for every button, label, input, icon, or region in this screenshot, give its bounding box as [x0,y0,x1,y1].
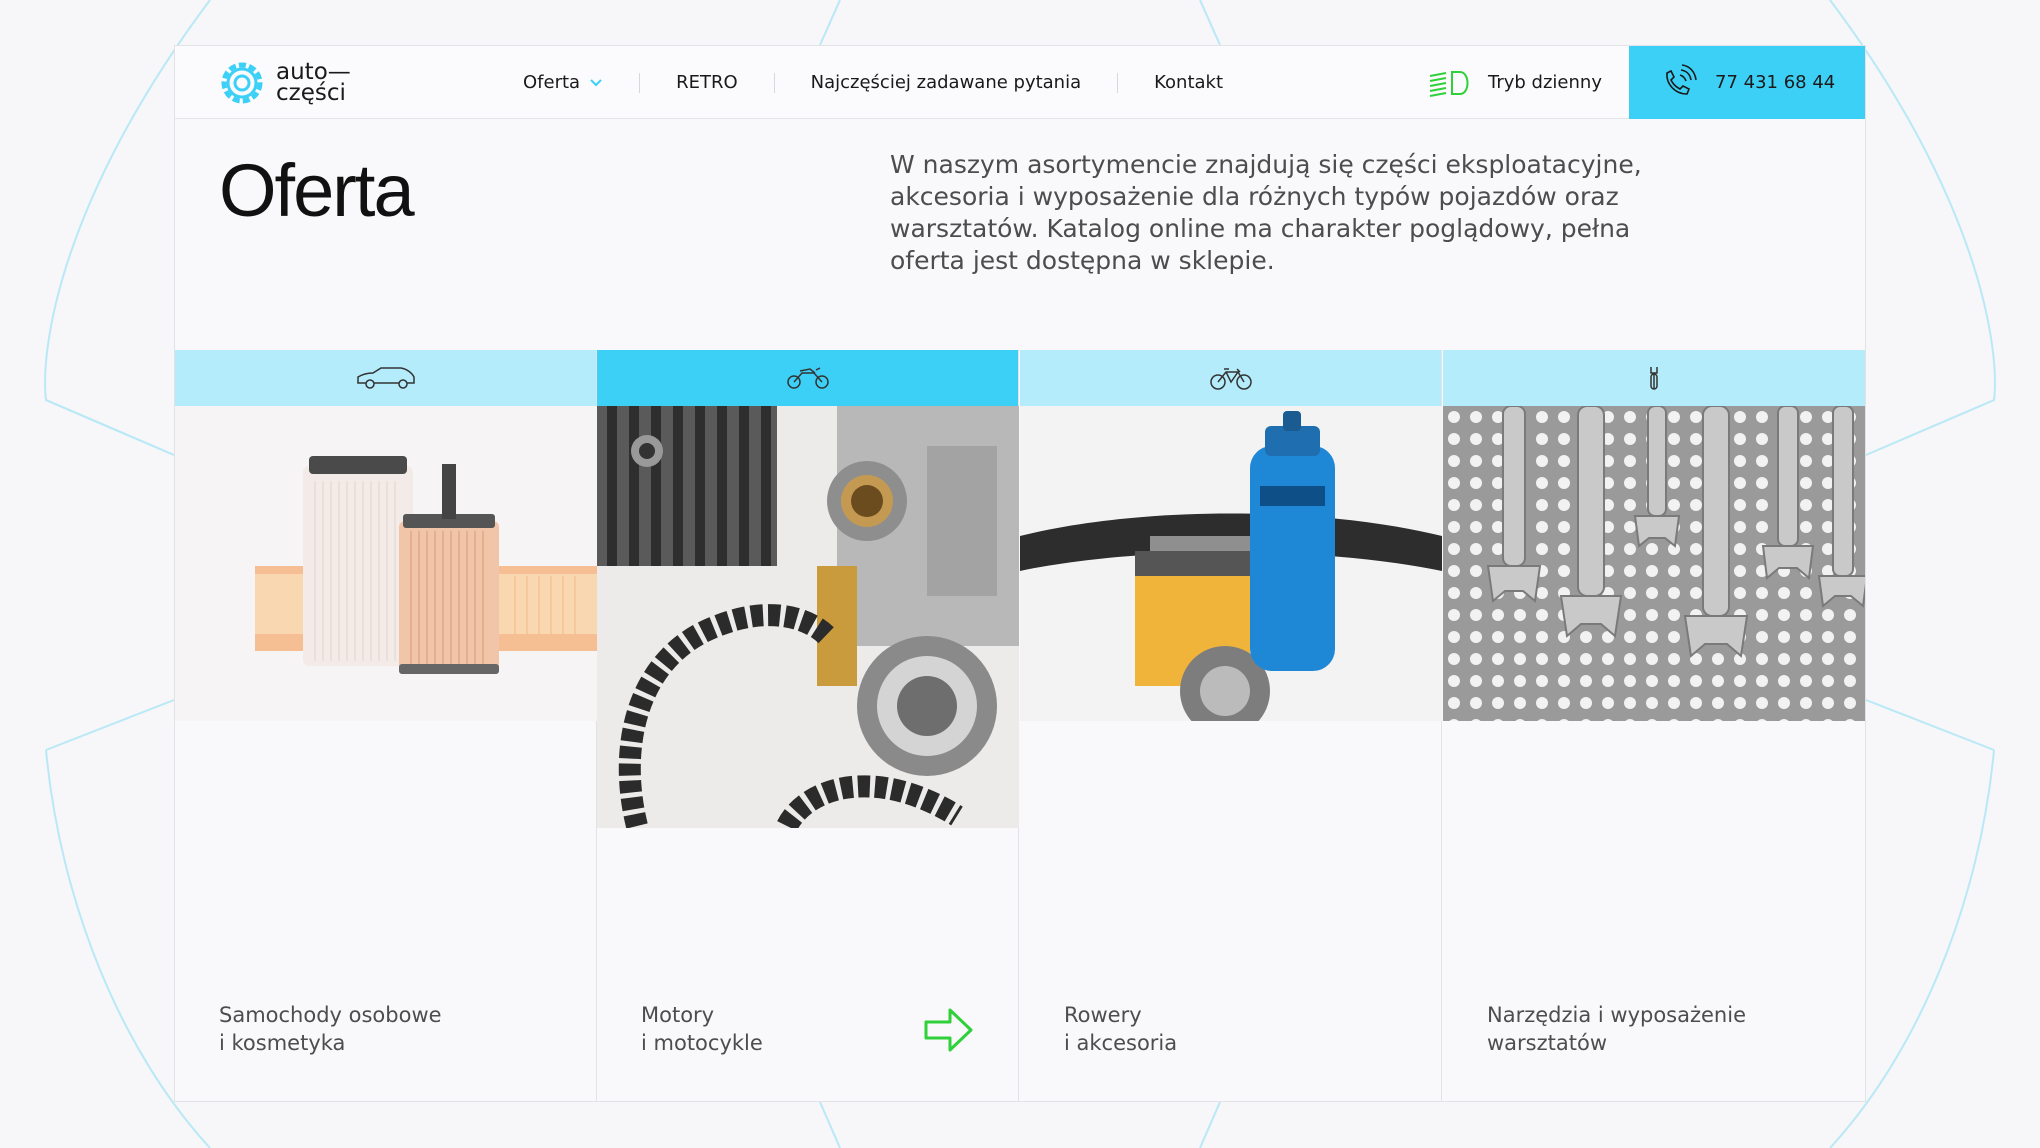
menu-item-label: Kontakt [1154,72,1224,93]
phone-button[interactable]: 77 431 68 44 [1629,46,1865,119]
card-label-line2: warsztatów [1487,1031,1608,1055]
chevron-down-icon [590,78,602,86]
wrench-icon [1650,367,1658,390]
card-label: Narzędzia i wyposażenie warsztatów [1487,1001,1746,1057]
menu-item-faq[interactable]: Najczęściej zadawane pytania [775,72,1117,93]
day-mode-toggle[interactable]: Tryb dzienny [1428,46,1602,119]
page-frame: auto— części Oferta RETRO Najczęściej za… [174,45,1866,1102]
motorcycle-parts-image [597,406,1019,828]
card-label-line1: Motory [641,1003,715,1027]
category-card-cars[interactable]: Samochody osobowe i kosmetyka [175,350,597,1101]
card-label-line2: i motocykle [641,1031,763,1055]
motorcycle-icon [786,367,829,389]
car-icon [356,367,415,389]
logo-line2: części [276,80,346,106]
card-header [597,350,1018,406]
workshop-tools-image [1443,406,1865,721]
card-header [175,350,596,406]
logo-wordmark: auto— części [276,61,351,106]
bicycle-accessories-image [1020,406,1442,721]
card-label-line2: i akcesoria [1064,1031,1178,1055]
category-card-bicycles[interactable]: Rowery i akcesoria [1020,350,1442,1101]
gear-icon [221,62,263,104]
card-label-line2: i kosmetyka [219,1031,346,1055]
day-mode-label: Tryb dzienny [1488,72,1602,93]
menu-item-oferta[interactable]: Oferta [487,72,639,93]
card-label: Rowery i akcesoria [1064,1001,1177,1057]
card-label: Motory i motocykle [641,1001,763,1057]
phone-number: 77 431 68 44 [1715,72,1836,93]
menu-item-label: Oferta [523,72,581,93]
card-header [1443,350,1865,406]
main-menu: Oferta RETRO Najczęściej zadawane pytani… [487,46,1259,119]
page-title: Oferta [219,149,415,232]
intro-text: W naszym asortymencie znajdują się częśc… [890,150,1642,275]
card-label-line1: Narzędzia i wyposażenie [1487,1003,1746,1027]
category-cards: Samochody osobowe i kosmetyka Motory i m… [175,350,1865,1101]
category-card-motorcycles[interactable]: Motory i motocykle [597,350,1019,1101]
card-label-line1: Samochody osobowe [219,1003,442,1027]
menu-item-label: RETRO [676,72,738,93]
category-card-tools[interactable]: Narzędzia i wyposażenie warsztatów [1443,350,1865,1101]
card-label: Samochody osobowe i kosmetyka [219,1001,442,1057]
phone-icon [1666,63,1697,95]
bicycle-icon [1209,368,1252,390]
car-filters-image [175,406,597,721]
card-label-line1: Rowery [1064,1003,1142,1027]
headlight-icon [1429,70,1469,97]
top-navigation: auto— części Oferta RETRO Najczęściej za… [175,46,1865,119]
menu-item-kontakt[interactable]: Kontakt [1118,72,1259,93]
logo[interactable]: auto— części [218,58,351,108]
menu-item-retro[interactable]: RETRO [640,72,774,93]
card-header [1020,350,1441,406]
arrow-right-icon[interactable] [924,1007,974,1053]
menu-item-label: Najczęściej zadawane pytania [810,72,1082,93]
